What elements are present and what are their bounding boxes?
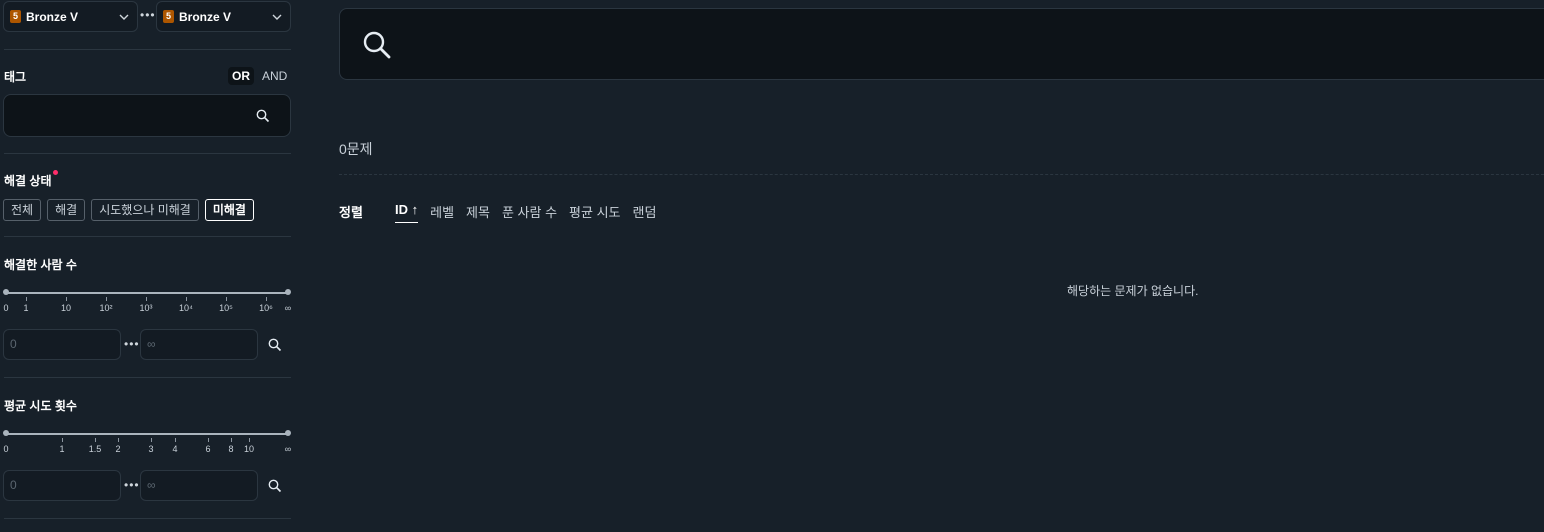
results-panel: 0문제 정렬 ID ↑ 레벨 제목 푼 사람 수 평균 시도 랜덤 해당하는 문… [339,0,1544,532]
sort-option-id[interactable]: ID ↑ [395,202,419,223]
tag-logic-toggle: OR AND [228,67,291,85]
section-divider [4,236,291,237]
avg-tries-title: 평균 시도 횟수 [4,399,77,413]
slider-tick [249,438,250,442]
avg-tries-range-separator: ••• [124,478,140,492]
empty-results-message: 해당하는 문제가 없습니다. [1067,284,1199,298]
slider-tick-label: 10 [243,444,255,454]
slider-tick-label: 6 [205,444,211,454]
slider-tick-label: 1 [23,303,29,313]
slider-tick-label: 10³ [139,303,153,313]
slider-tick-label: 8 [228,444,234,454]
solvers-title: 해결한 사람 수 [4,258,77,272]
slider-tick [231,438,232,442]
slider-tick-label: ∞ [284,303,292,313]
result-count: 0문제 [339,141,373,157]
solvers-max-input[interactable]: ∞ [140,329,258,360]
slider-tick [146,297,147,301]
slider-tick [95,438,96,442]
solvers-min-input[interactable]: 0 [3,329,121,360]
filter-sidebar: 5 Bronze V ••• 5 Bronze V 태그 OR AND 해결 상… [0,0,295,532]
slider-tick [226,297,227,301]
logic-and-button[interactable]: AND [258,67,291,85]
search-icon[interactable] [256,109,270,123]
slider-tick [118,438,119,442]
slider-tick-label: 10 [60,303,72,313]
slider-tick [266,297,267,301]
search-icon[interactable] [268,338,282,352]
section-divider [4,153,291,154]
required-dot-icon [52,170,58,175]
tier-range-separator: ••• [140,8,156,22]
sort-option-title[interactable]: 제목 [466,202,490,223]
status-chip-all[interactable]: 전체 [3,199,42,221]
solve-status-title-text: 해결 상태 [4,174,52,188]
avg-tries-slider[interactable]: 0 1 1.5 2 3 4 6 8 10 ∞ [0,430,295,463]
tier-min-label: Bronze V [26,9,79,24]
sort-option-random[interactable]: 랜덤 [633,202,657,223]
solve-status-chips: 전체 해결 시도했으나 미해결 미해결 [3,199,254,221]
slider-tick-label: 0 [3,303,9,313]
slider-tick [208,438,209,442]
slider-tick [151,438,152,442]
sort-option-level[interactable]: 레벨 [430,202,454,223]
section-divider [4,377,291,378]
search-icon[interactable] [268,479,282,493]
section-divider [4,518,291,519]
solvers-slider-track[interactable] [6,292,288,294]
status-chip-tried[interactable]: 시도했으나 미해결 [91,199,199,221]
avg-tries-slider-min-handle[interactable] [3,430,9,436]
solvers-slider[interactable]: 0 1 10 10² 10³ 10⁴ 10⁵ 10⁶ ∞ [0,289,295,322]
tier-min-select[interactable]: 5 Bronze V [3,1,138,32]
slider-tick-label: 10⁴ [179,303,193,313]
sort-option-avg-tries[interactable]: 평균 시도 [569,202,620,223]
status-chip-solved[interactable]: 해결 [47,199,86,221]
tier-max-select[interactable]: 5 Bronze V [156,1,291,32]
tier-max-label: Bronze V [179,9,232,24]
slider-tick-label: 0 [3,444,9,454]
solvers-range-separator: ••• [124,337,140,351]
slider-tick-label: ∞ [284,444,292,454]
chevron-down-icon [272,14,282,20]
status-chip-unsolved[interactable]: 미해결 [204,199,254,221]
slider-tick [106,297,107,301]
slider-tick-label: 3 [148,444,154,454]
slider-tick [66,297,67,301]
slider-tick-label: 10⁵ [219,303,233,313]
tag-search-input[interactable] [3,94,291,137]
logic-or-button[interactable]: OR [228,67,254,85]
sort-options: ID ↑ 레벨 제목 푼 사람 수 평균 시도 랜덤 [395,202,656,223]
slider-tick-label: 1 [59,444,65,454]
avg-tries-slider-max-handle[interactable] [285,430,291,436]
slider-tick-label: 10⁶ [259,303,273,313]
avg-tries-slider-track[interactable] [6,433,288,435]
bronze-tier-icon: 5 [10,10,21,23]
slider-tick-label: 1.5 [88,444,102,454]
avg-tries-max-input[interactable]: ∞ [140,470,258,501]
results-divider [339,174,1544,175]
slider-tick-label: 2 [115,444,121,454]
slider-tick [62,438,63,442]
problem-search-input[interactable] [339,8,1544,80]
slider-tick [26,297,27,301]
tag-section-title: 태그 [4,70,27,84]
slider-tick [175,438,176,442]
bronze-tier-icon: 5 [163,10,174,23]
slider-tick-label: 10² [99,303,113,313]
section-divider [4,49,291,50]
search-icon[interactable] [362,30,392,60]
slider-tick-label: 4 [172,444,178,454]
chevron-down-icon [119,14,129,20]
slider-tick [186,297,187,301]
solvers-slider-max-handle[interactable] [285,289,291,295]
sort-label: 정렬 [339,205,363,220]
sort-option-solvers[interactable]: 푼 사람 수 [502,202,557,223]
avg-tries-min-input[interactable]: 0 [3,470,121,501]
solve-status-title: 해결 상태 [4,170,58,189]
solvers-slider-min-handle[interactable] [3,289,9,295]
